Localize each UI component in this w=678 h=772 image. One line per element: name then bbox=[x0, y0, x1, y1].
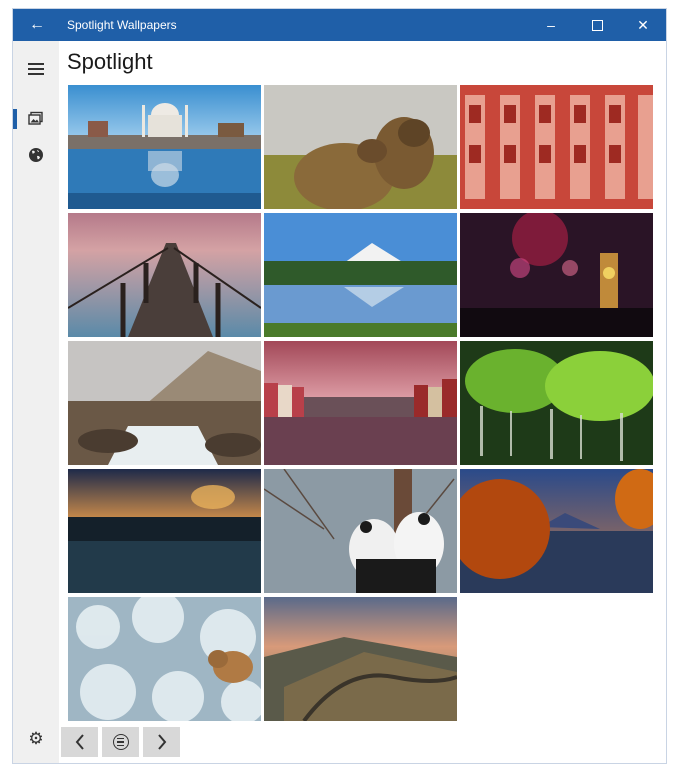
previous-page-button[interactable] bbox=[61, 727, 98, 757]
image-gallery-icon bbox=[28, 111, 43, 125]
wallpaper-thumbnail-palace[interactable] bbox=[460, 85, 653, 209]
wallpaper-thumbnail-fireworks[interactable] bbox=[460, 213, 653, 337]
globe-icon bbox=[29, 148, 43, 162]
menu-icon bbox=[28, 60, 44, 78]
back-button[interactable]: ← bbox=[13, 9, 61, 41]
wallpaper-thumbnail-hare[interactable] bbox=[68, 597, 261, 721]
window-title: Spotlight Wallpapers bbox=[67, 18, 177, 32]
wallpaper-thumbnail-marmots[interactable] bbox=[264, 85, 457, 209]
sidebar: ⚙ bbox=[13, 41, 59, 763]
title-bar: ← Spotlight Wallpapers – ✕ bbox=[13, 9, 666, 41]
wallpaper-thumbnail-misty-lake[interactable] bbox=[68, 469, 261, 593]
wallpaper-grid bbox=[68, 85, 660, 721]
maximize-button[interactable] bbox=[574, 9, 620, 41]
wallpaper-thumbnail-pandas[interactable] bbox=[264, 469, 457, 593]
next-page-button[interactable] bbox=[143, 727, 180, 757]
close-icon: ✕ bbox=[637, 16, 649, 33]
pagination-controls bbox=[61, 727, 180, 757]
wallpaper-thumbnail-waterfall[interactable] bbox=[68, 341, 261, 465]
wallpaper-thumbnail-taj-mahal[interactable] bbox=[68, 85, 261, 209]
sidebar-item-wallpapers[interactable] bbox=[13, 101, 59, 137]
wallpaper-thumbnail-canal[interactable] bbox=[264, 341, 457, 465]
chevron-left-icon bbox=[75, 734, 84, 750]
close-button[interactable]: ✕ bbox=[620, 9, 666, 41]
app-window: ← Spotlight Wallpapers – ✕ ⚙ Spotlight bbox=[12, 8, 667, 764]
gear-icon: ⚙ bbox=[28, 729, 44, 748]
wallpaper-thumbnail-autumn-lake[interactable] bbox=[460, 469, 653, 593]
wallpaper-thumbnail-hadrians-wall[interactable] bbox=[264, 597, 457, 721]
hamburger-menu-button[interactable] bbox=[13, 51, 59, 87]
wallpaper-thumbnail-lake[interactable] bbox=[264, 213, 457, 337]
minimize-button[interactable]: – bbox=[528, 9, 574, 41]
maximize-icon bbox=[591, 19, 603, 31]
page-title: Spotlight bbox=[67, 49, 153, 74]
chevron-right-icon bbox=[157, 734, 166, 750]
sidebar-item-globe[interactable] bbox=[13, 137, 59, 173]
wallpaper-thumbnail-moss[interactable] bbox=[460, 341, 653, 465]
sidebar-item-settings[interactable]: ⚙ bbox=[13, 721, 59, 757]
minimize-icon: – bbox=[547, 17, 555, 33]
menu-page-button[interactable] bbox=[102, 727, 139, 757]
back-arrow-icon: ← bbox=[29, 16, 45, 33]
menu-circle-icon bbox=[112, 734, 129, 750]
wallpaper-thumbnail-pier[interactable] bbox=[68, 213, 261, 337]
